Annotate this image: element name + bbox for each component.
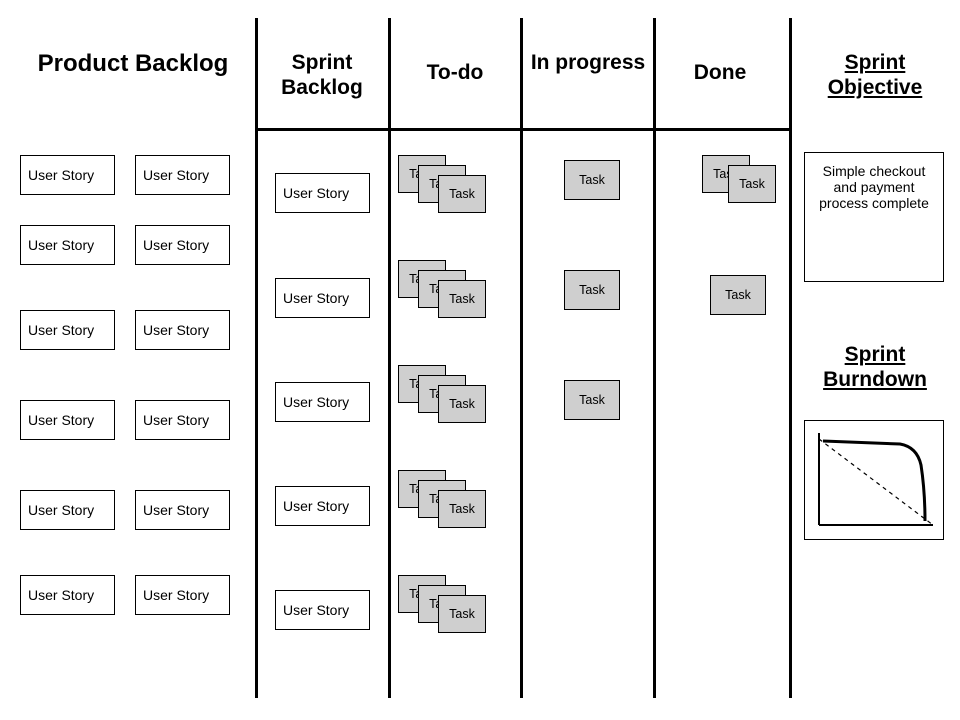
task-cluster: Task Task Task xyxy=(398,155,518,220)
story-card: User Story xyxy=(275,590,370,630)
story-card: User Story xyxy=(275,382,370,422)
divider xyxy=(789,18,792,698)
scrum-board: Product Backlog Sprint Backlog To-do In … xyxy=(0,0,960,720)
story-card: User Story xyxy=(135,310,230,350)
task-cluster: Task Task Task xyxy=(398,470,518,535)
col-header-done: Done xyxy=(660,60,780,85)
sprint-burndown-chart xyxy=(804,420,944,540)
story-card: User Story xyxy=(135,225,230,265)
story-card: User Story xyxy=(135,575,230,615)
story-card: User Story xyxy=(275,278,370,318)
burndown-svg xyxy=(805,421,945,541)
story-card: User Story xyxy=(275,486,370,526)
sprint-objective-text: Simple checkout and payment process comp… xyxy=(819,163,929,211)
task-card: Task xyxy=(438,385,486,423)
heading-sprint-objective: Sprint Objective xyxy=(800,50,950,100)
heading-sprint-objective-label: Sprint Objective xyxy=(828,51,923,99)
sprint-objective-box: Simple checkout and payment process comp… xyxy=(804,152,944,282)
task-card: Task xyxy=(438,595,486,633)
task-card: Task xyxy=(710,275,766,315)
divider xyxy=(388,18,391,698)
task-cluster: Task Task Task xyxy=(398,575,518,640)
heading-sprint-burndown: Sprint Burndown xyxy=(800,342,950,392)
heading-sprint-burndown-label: Sprint Burndown xyxy=(823,343,927,391)
task-card: Task xyxy=(564,380,620,420)
divider xyxy=(653,18,656,698)
task-card: Task xyxy=(564,270,620,310)
story-card: User Story xyxy=(20,225,115,265)
story-card: User Story xyxy=(20,310,115,350)
header-underline xyxy=(255,128,789,131)
task-cluster: Task Task Task xyxy=(398,260,518,325)
task-card: Task xyxy=(564,160,620,200)
task-card: Task xyxy=(728,165,776,203)
story-card: User Story xyxy=(20,400,115,440)
story-card: User Story xyxy=(20,575,115,615)
story-card: User Story xyxy=(20,490,115,530)
divider xyxy=(520,18,523,698)
actual-line xyxy=(823,441,925,521)
col-header-todo: To-do xyxy=(395,60,515,85)
col-header-product-backlog: Product Backlog xyxy=(18,50,248,79)
divider xyxy=(255,18,258,698)
task-card: Task xyxy=(438,175,486,213)
task-card: Task xyxy=(438,490,486,528)
task-card: Task xyxy=(438,280,486,318)
task-cluster: Task Task Task xyxy=(398,365,518,430)
col-header-sprint-backlog-label: Sprint Backlog xyxy=(281,51,363,99)
story-card: User Story xyxy=(135,155,230,195)
story-card: User Story xyxy=(20,155,115,195)
col-header-in-progress-label: In progress xyxy=(531,51,645,74)
col-header-in-progress: In progress xyxy=(528,50,648,75)
story-card: User Story xyxy=(135,490,230,530)
story-card: User Story xyxy=(275,173,370,213)
story-card: User Story xyxy=(135,400,230,440)
col-header-sprint-backlog: Sprint Backlog xyxy=(262,50,382,100)
